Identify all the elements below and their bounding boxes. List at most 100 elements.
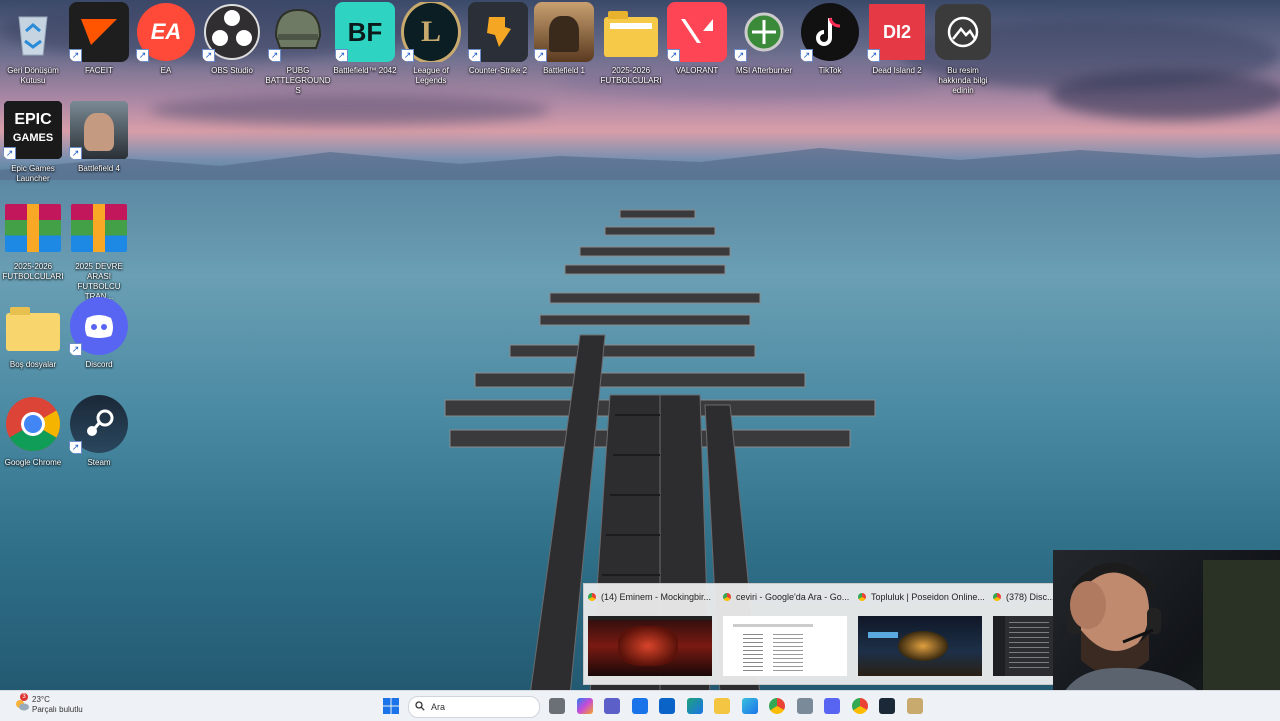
- preview-title: (14) Eminem - Mockingbir...: [601, 592, 712, 602]
- desktop-icon-label: Battlefield 4: [78, 164, 120, 173]
- shortcut-arrow-icon: ↗: [667, 49, 680, 62]
- weather-widget[interactable]: 3 23°C Parçalı bulutlu: [14, 693, 83, 715]
- desktop-icon-bf4[interactable]: ↗ Battlefield 4: [66, 100, 132, 194]
- tiktok-icon: ↗: [800, 2, 860, 62]
- preview-google-search[interactable]: ceviri - Google'da Ara - Go...: [719, 584, 849, 684]
- desktop-icon-label: Battlefield 1: [543, 66, 585, 75]
- shortcut-arrow-icon: ↗: [3, 147, 16, 160]
- preview-title: Topluluk | Poseidon Online...: [871, 592, 984, 602]
- preview-thumbnail: [588, 616, 712, 676]
- chrome-icon: [3, 394, 63, 454]
- preview-thumbnail: [993, 616, 1053, 676]
- preview-title: (378) Disc...: [1006, 592, 1053, 602]
- lol-icon: L ↗: [401, 2, 461, 62]
- desktop-icon-steam[interactable]: ↗ Steam: [66, 394, 132, 488]
- desktop-icon-epic[interactable]: EPIC GAMES ↗ Epic Games Launcher: [0, 100, 66, 194]
- bos-icon: [3, 296, 63, 356]
- desktop-icon-bos[interactable]: Boş dosyalar: [0, 296, 66, 390]
- taskbar-edge-icon-2[interactable]: [741, 698, 758, 714]
- taskbar-explorer-icon[interactable]: [714, 698, 730, 714]
- preview-title: ceviri - Google'da Ara - Go...: [736, 592, 849, 602]
- shortcut-arrow-icon: ↗: [534, 49, 547, 62]
- bf1-icon: ↗: [534, 2, 594, 62]
- preview-thumbnail: [858, 616, 982, 676]
- weather-description: Parçalı bulutlu: [32, 705, 83, 714]
- faceit-icon: ↗: [69, 2, 129, 62]
- weather-temperature: 23°C: [32, 695, 50, 704]
- taskbar-outlook-icon[interactable]: [659, 698, 675, 714]
- rar1-icon: [3, 198, 63, 258]
- preview-eminem[interactable]: (14) Eminem - Mockingbir...: [584, 584, 714, 684]
- desktop-icon-pubg[interactable]: ↗ PUBG BATTLEGROUNDS: [265, 2, 331, 96]
- chrome-icon: [993, 593, 1001, 601]
- desktop-icon-label: Boş dosyalar: [9, 360, 57, 369]
- desktop-icon-label: League of Legends: [413, 66, 449, 85]
- desktop-icon-chrome[interactable]: Google Chrome: [0, 394, 66, 488]
- desktop-icon-bf2042[interactable]: BF ↗ Battlefield™ 2042: [332, 2, 398, 96]
- taskbar-steam-icon[interactable]: [879, 698, 895, 714]
- desktop-icon-recycle[interactable]: Geri Dönüşüm Kutusu: [0, 2, 66, 96]
- desktop-icon-label: Steam: [87, 458, 111, 467]
- desktop-icon-bf1[interactable]: ↗ Battlefield 1: [531, 2, 597, 96]
- desktop-icon-label: Google Chrome: [4, 458, 62, 467]
- desktop-icon-label: Dead Island 2: [872, 66, 922, 75]
- desktop-icon-valorant[interactable]: ↗ VALORANT: [664, 2, 730, 96]
- desktop-icon-label: 2025-2026 FUTBOLCULARI: [2, 262, 64, 281]
- shortcut-arrow-icon: ↗: [268, 49, 281, 62]
- desktop-icon-faceit[interactable]: ↗ FACEIT: [66, 2, 132, 96]
- search-placeholder: Ara: [431, 702, 446, 712]
- ea-icon: EA ↗: [136, 2, 196, 62]
- desktop-icon-folder-futbol[interactable]: 2025-2026 FUTBOLCULARI: [598, 2, 664, 96]
- desktop-icon-ea[interactable]: EA ↗ EA: [133, 2, 199, 96]
- desktop-icon-label: Epic Games Launcher: [11, 164, 55, 183]
- desktop-icon-rar1[interactable]: 2025-2026 FUTBOLCULARI: [0, 198, 66, 292]
- epic-icon: EPIC GAMES ↗: [3, 100, 63, 160]
- taskbar-chrome-icon-2[interactable]: [851, 698, 868, 714]
- bf2042-icon: BF ↗: [335, 2, 395, 62]
- cs2-icon: ↗: [468, 2, 528, 62]
- desktop-icon-unknown[interactable]: Bu resim hakkında bilgi edinin: [930, 2, 996, 96]
- taskbar-teams-icon[interactable]: [604, 698, 620, 714]
- taskbar-discord-icon[interactable]: [824, 698, 840, 714]
- taskbar-thumbnail-previews: (14) Eminem - Mockingbir... ceviri - Goo…: [583, 583, 1055, 685]
- chrome-icon: [588, 593, 596, 601]
- desktop-icon-afterburner[interactable]: ↗ MSI Afterburner: [731, 2, 797, 96]
- desktop-icon-label: MSI Afterburner: [735, 66, 793, 75]
- rar2-icon: [69, 198, 129, 258]
- search-icon: [415, 701, 425, 711]
- desktop-icon-obs[interactable]: ↗ OBS Studio: [199, 2, 265, 96]
- taskbar-settings-icon[interactable]: [796, 698, 813, 714]
- desktop-icon-label: Battlefield™ 2042: [333, 66, 397, 75]
- shortcut-arrow-icon: ↗: [69, 49, 82, 62]
- desktop-icon-tiktok[interactable]: ↗ TikTok: [797, 2, 863, 96]
- taskbar-files-icon[interactable]: [549, 698, 565, 714]
- taskbar-search-box[interactable]: Ara: [408, 696, 540, 718]
- unknown-icon: [933, 2, 993, 62]
- shortcut-arrow-icon: ↗: [69, 147, 82, 160]
- bf4-icon: ↗: [69, 100, 129, 160]
- desktop-icon-deadisland[interactable]: DI2 ↗ Dead Island 2: [864, 2, 930, 96]
- deadisland-icon: DI2 ↗: [867, 2, 927, 62]
- taskbar-lol-icon[interactable]: [906, 698, 923, 714]
- desktop-icon-lol[interactable]: L ↗ League of Legends: [398, 2, 464, 96]
- desktop-icon-discord[interactable]: ↗ Discord: [66, 296, 132, 390]
- taskbar-chrome-icon[interactable]: [769, 698, 785, 714]
- desktop-icon-label: Counter-Strike 2: [468, 66, 528, 75]
- preview-poseidon[interactable]: Topluluk | Poseidon Online...: [854, 584, 984, 684]
- taskbar-store-icon[interactable]: [631, 698, 648, 714]
- taskbar-copilot-icon[interactable]: [576, 698, 593, 714]
- recycle-icon: [3, 2, 63, 62]
- start-button[interactable]: [383, 698, 399, 714]
- preview-discord[interactable]: (378) Disc...: [989, 584, 1054, 684]
- shortcut-arrow-icon: ↗: [69, 441, 82, 454]
- notification-badge: 3: [20, 693, 28, 701]
- desktop-icon-label: Geri Dönüşüm Kutusu: [7, 66, 59, 85]
- shortcut-arrow-icon: ↗: [734, 49, 747, 62]
- desktop-icon-rar2[interactable]: 2025 DEVRE ARASI FUTBOLCU TRAN...: [66, 198, 132, 301]
- desktop-icon-label: TikTok: [818, 66, 842, 75]
- shortcut-arrow-icon: ↗: [202, 49, 215, 62]
- shortcut-arrow-icon: ↗: [401, 49, 414, 62]
- desktop-icon-cs2[interactable]: ↗ Counter-Strike 2: [465, 2, 531, 96]
- taskbar-edge-icon[interactable]: [686, 698, 703, 714]
- folder-futbol-icon: [601, 2, 661, 62]
